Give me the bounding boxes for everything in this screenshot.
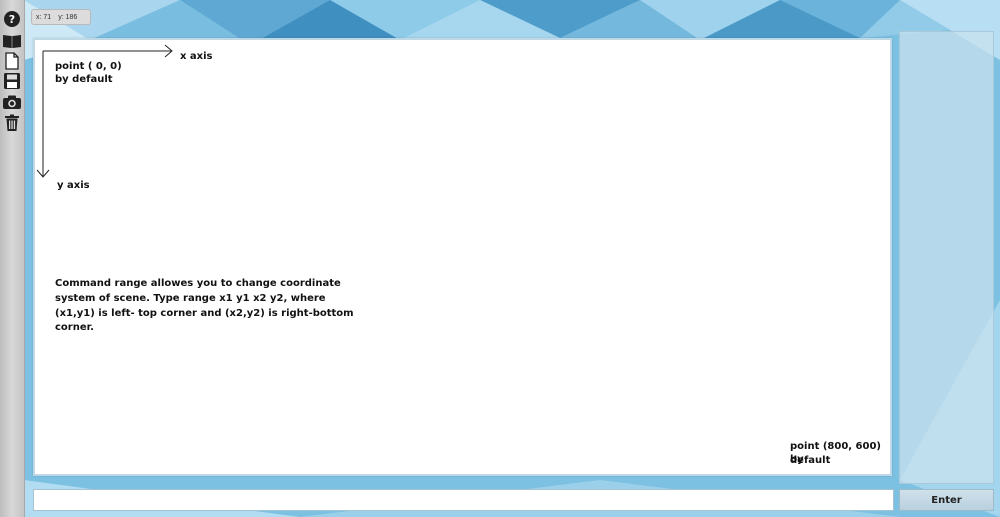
end-label-line2: default [790, 455, 831, 466]
origin-label-line2: by default [55, 74, 113, 85]
new-file-button[interactable] [2, 51, 22, 71]
book-button[interactable] [2, 31, 22, 51]
save-button[interactable] [2, 71, 22, 91]
command-input[interactable] [33, 489, 894, 511]
svg-text:?: ? [9, 13, 15, 26]
output-panel [899, 31, 994, 484]
x-axis-label: x axis [180, 51, 213, 62]
origin-label-line1: point ( 0, 0) [55, 61, 122, 72]
save-icon [4, 73, 20, 89]
help-icon: ? [4, 11, 20, 27]
delete-button[interactable] [2, 113, 22, 133]
toolbar-sidebar: ? [0, 0, 25, 517]
help-text-line3: (x1,y1) is left- top corner and (x2,y2) … [55, 308, 354, 319]
drawing-canvas[interactable]: x axis point ( 0, 0) by default y axis C… [33, 38, 892, 476]
help-button[interactable]: ? [2, 9, 22, 29]
new-file-icon [5, 52, 19, 70]
trash-icon [5, 114, 19, 131]
y-axis-label: y axis [57, 180, 90, 191]
axis-arrows [36, 44, 173, 178]
enter-button[interactable]: Enter [899, 489, 994, 511]
help-text-line2: system of scene. Type range x1 y1 x2 y2,… [55, 293, 326, 304]
book-icon [3, 35, 21, 48]
help-text-line4: corner. [55, 322, 94, 333]
y-coordinate: y: 186 [58, 13, 78, 21]
help-text-line1: Command range allowes you to change coor… [55, 278, 341, 289]
camera-icon [3, 95, 21, 109]
coordinate-readout: x: 71 y: 186 [31, 9, 91, 25]
x-coordinate: x: 71 [36, 13, 52, 21]
screenshot-button[interactable] [2, 92, 22, 112]
